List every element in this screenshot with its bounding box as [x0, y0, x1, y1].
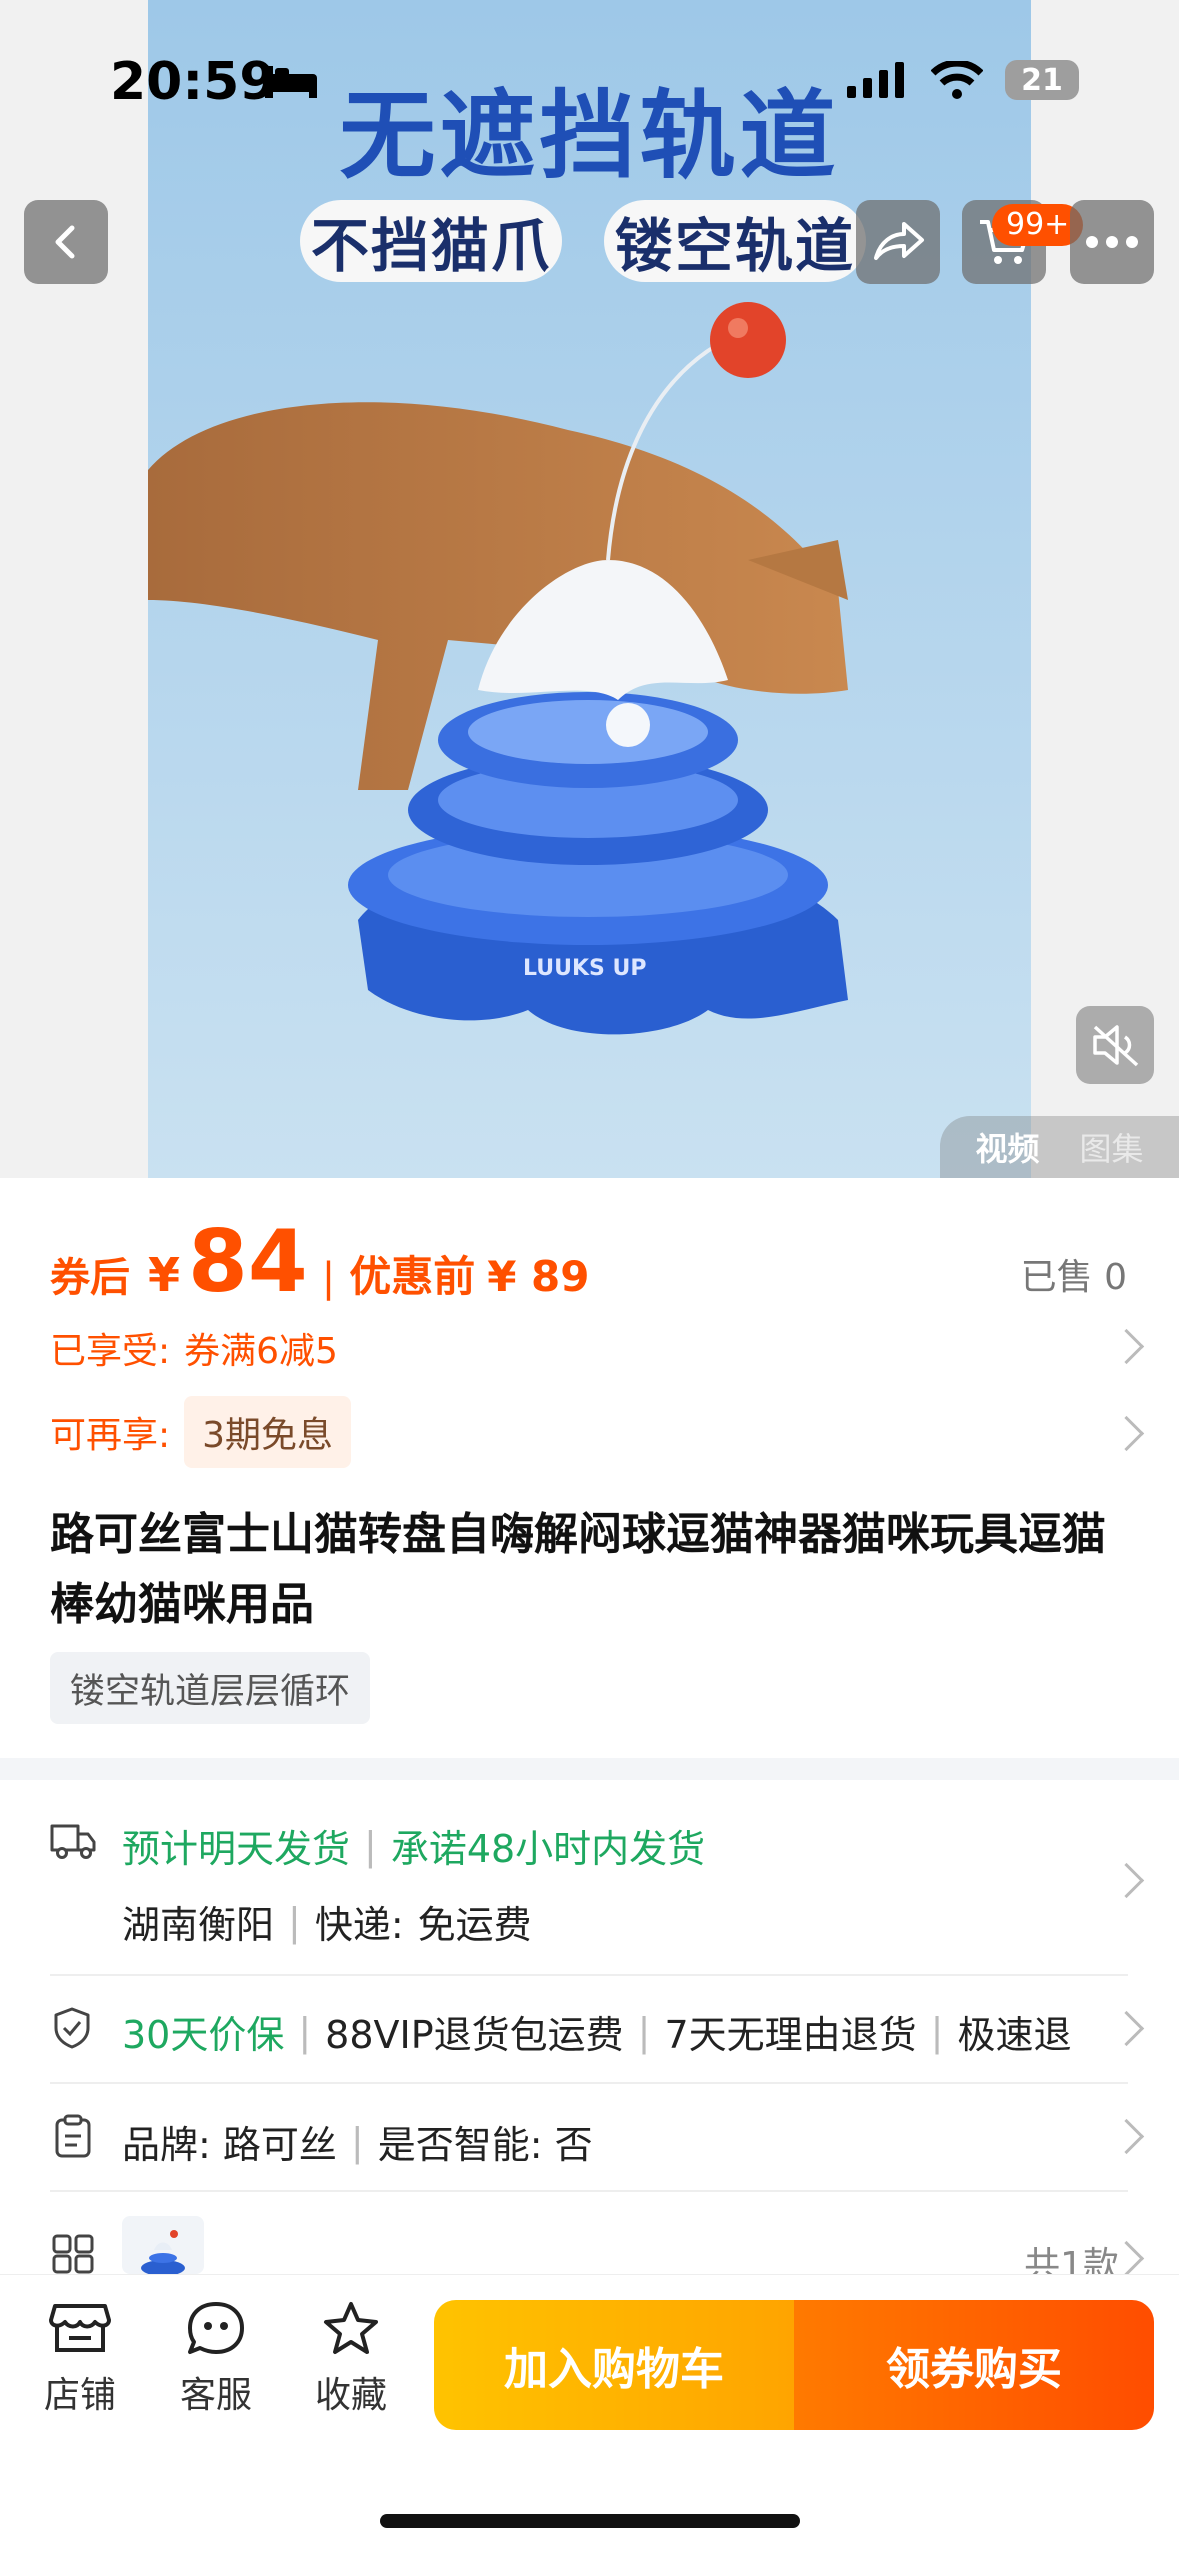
after-coupon-label: 券后	[50, 1255, 130, 1301]
mute-button[interactable]	[1076, 1006, 1154, 1084]
after-coupon-price: 84	[188, 1212, 308, 1312]
shipping-origin: 湖南衡阳	[122, 1903, 275, 1947]
express-label: 快递:	[314, 1903, 404, 1947]
chevron-right-icon	[1108, 1415, 1145, 1452]
star-icon	[324, 2302, 378, 2354]
currency-symbol: ¥	[148, 1248, 181, 1302]
add-to-cart-button[interactable]: 加入购物车	[434, 2300, 794, 2430]
promo-enjoyed-value: 券满6减5	[184, 1331, 338, 1372]
truck-icon	[50, 1822, 96, 1864]
clipboard-icon	[54, 2114, 92, 2162]
store-icon	[49, 2304, 111, 2352]
promo-enjoyed-row[interactable]: 已享受: 券满6减5	[50, 1322, 338, 1374]
favorite-label: 收藏	[314, 2375, 387, 2416]
guarantee-price-protect: 30天价保	[122, 2013, 285, 2057]
promo-more-label: 可再享:	[50, 1415, 171, 1456]
wifi-icon	[931, 61, 983, 99]
grid-icon	[52, 2234, 96, 2278]
tab-video[interactable]: 视频	[975, 1124, 1039, 1170]
variant-thumbnail[interactable]	[122, 2216, 204, 2274]
shop-label: 店铺	[43, 2375, 116, 2416]
product-media[interactable]: 无遮挡轨道 不挡猫爪 镂空轨道 LUUKS UP 20:59 21 99+ 视频…	[0, 0, 1179, 1178]
back-button[interactable]	[24, 200, 108, 284]
divider	[50, 2082, 1128, 2084]
installment-badge: 3期免息	[184, 1396, 352, 1468]
sold-count: 已售 0	[1020, 1257, 1127, 1298]
share-icon	[874, 222, 924, 260]
status-indicators: 21	[847, 60, 1079, 100]
video-pill-1: 不挡猫爪	[300, 200, 562, 282]
specs-row[interactable]: 品牌: 路可丝 | 是否智能: 否	[122, 2114, 593, 2169]
chevron-right-icon	[1108, 1328, 1145, 1365]
spec-smart: 是否智能: 否	[377, 2123, 593, 2167]
divider	[50, 2190, 1128, 2192]
promo-more-row[interactable]: 可再享: 3期免息	[50, 1396, 352, 1468]
chat-face-icon	[188, 2302, 244, 2354]
promo-enjoyed-label: 已享受:	[50, 1331, 171, 1372]
shipping-eta: 预计明天发货	[122, 1827, 351, 1871]
price-separator: |	[321, 1255, 336, 1301]
section-divider	[0, 1758, 1179, 1780]
share-button[interactable]	[856, 200, 940, 284]
guarantee-fast-refund: 极速退款	[957, 2013, 1072, 2057]
more-dots-icon	[1086, 236, 1138, 248]
shield-icon	[52, 2006, 92, 2054]
product-tag: 镂空轨道层层循环	[50, 1652, 371, 1724]
express-value: 免运费	[417, 1903, 532, 1947]
video-pill-2: 镂空轨道	[604, 200, 866, 282]
speaker-muted-icon	[1093, 1025, 1139, 1067]
product-video[interactable]: 无遮挡轨道 不挡猫爪 镂空轨道 LUUKS UP	[148, 0, 1031, 1178]
price-row: 券后 ¥ 84 | 优惠前 ¥ 89	[50, 1212, 590, 1312]
home-indicator	[380, 2514, 800, 2528]
guarantee-return-shipping: 88VIP退货包运费	[325, 2013, 624, 2057]
shipping-promise: 承诺48小时内发货	[390, 1827, 706, 1871]
chevron-right-icon	[1108, 2118, 1145, 2155]
status-time: 20:59	[110, 52, 276, 112]
chevron-right-icon	[1108, 1862, 1145, 1899]
divider	[50, 1974, 1128, 1976]
buy-with-coupon-button[interactable]: 领券购买	[794, 2300, 1154, 2430]
toy-brand-print: LUUKS UP	[523, 956, 647, 981]
before-discount-price: ¥ 89	[487, 1252, 590, 1301]
shipping-eta-row[interactable]: 预计明天发货 | 承诺48小时内发货	[122, 1818, 705, 1873]
chevron-left-icon	[55, 225, 75, 259]
shipping-origin-row[interactable]: 湖南衡阳 | 快递: 免运费	[122, 1894, 532, 1949]
favorite-button[interactable]: 收藏	[296, 2300, 406, 2418]
guarantee-row[interactable]: 30天价保 | 88VIP退货包运费 | 7天无理由退货 | 极速退款	[122, 2004, 1072, 2059]
guarantee-7day-return: 7天无理由退货	[664, 2013, 917, 2057]
product-title: 路可丝富士山猫转盘自嗨解闷球逗猫神器猫咪玩具逗猫棒幼猫咪用品	[50, 1509, 1106, 1630]
spec-brand: 品牌: 路可丝	[122, 2123, 337, 2167]
service-button[interactable]: 客服	[161, 2300, 271, 2418]
signal-icon	[847, 62, 904, 98]
battery-indicator: 21	[1005, 60, 1079, 100]
more-button[interactable]	[1070, 200, 1154, 284]
shop-button[interactable]: 店铺	[25, 2300, 135, 2418]
chevron-right-icon	[1108, 2010, 1145, 2047]
before-discount-label: 优惠前	[349, 1252, 476, 1301]
bed-icon	[265, 66, 317, 102]
tab-gallery[interactable]: 图集	[1080, 1124, 1144, 1170]
service-label: 客服	[179, 2375, 252, 2416]
media-tab-switch: 视频 图集	[940, 1116, 1179, 1178]
